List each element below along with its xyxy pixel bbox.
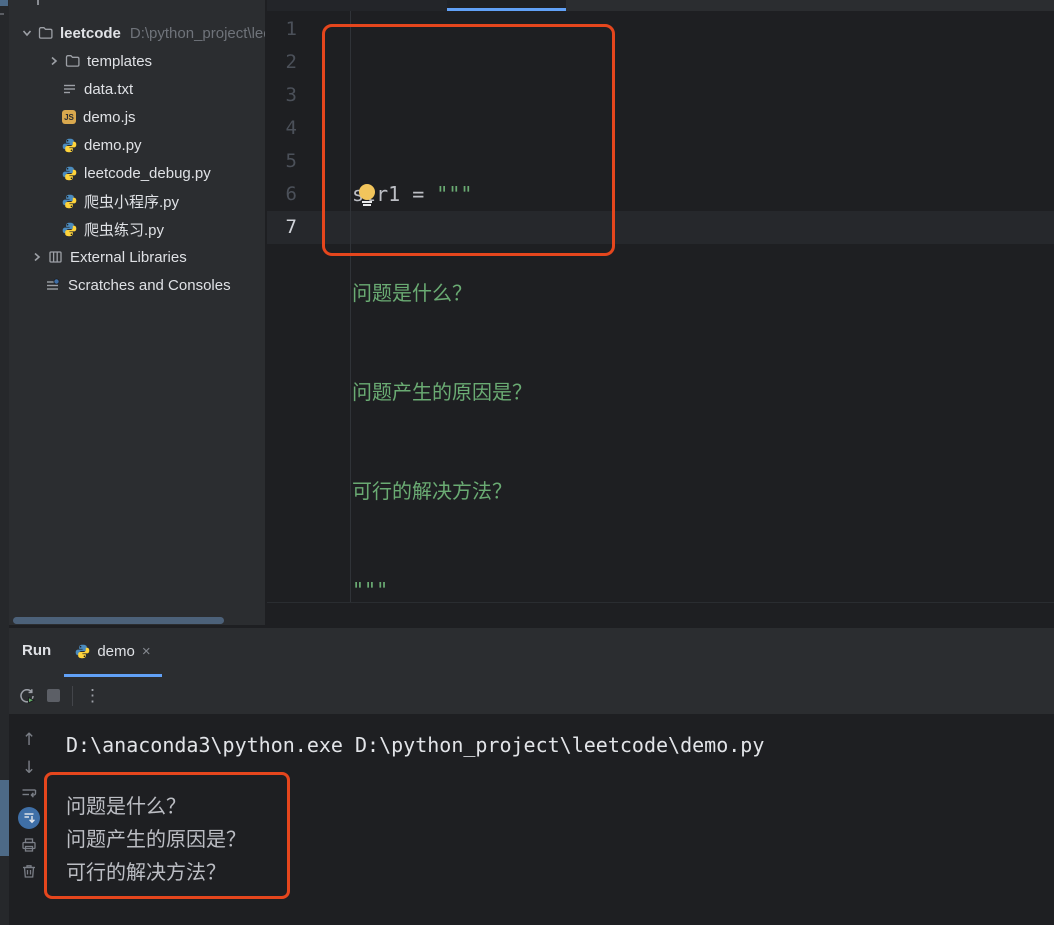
soft-wrap-icon[interactable] (21, 786, 37, 802)
tree-item-label: demo.js (83, 108, 136, 126)
tree-item-spider-practice-py[interactable]: 爬虫练习.py (9, 215, 265, 243)
console-command-line: D:\anaconda3\python.exe D:\python_projec… (66, 733, 765, 757)
line-number: 5 (285, 150, 297, 172)
tool-window-stripe (0, 0, 9, 925)
panel-header-fragment (37, 0, 39, 5)
line-number: 4 (285, 117, 297, 139)
python-file-icon (75, 644, 90, 659)
tree-item-label: 爬虫练习.py (84, 221, 165, 239)
tree-item-demo-py[interactable]: demo.py (9, 131, 265, 159)
chevron-right-icon[interactable] (30, 250, 44, 264)
tree-item-label: templates (87, 52, 153, 70)
tree-item-label: demo.py (84, 136, 142, 154)
editor-tab-active[interactable] (447, 0, 566, 11)
console-output-line: 问题产生的原因是？ (66, 827, 246, 851)
chevron-down-icon[interactable] (20, 26, 34, 40)
code-line-2: str1 = """ (352, 178, 532, 211)
stripe-dash-fragment (0, 13, 4, 15)
intention-lightbulb-icon[interactable] (358, 184, 376, 206)
scroll-to-end-button[interactable] (18, 807, 40, 829)
tree-item-templates[interactable]: templates (9, 47, 265, 75)
editor-tab-bar (267, 0, 1054, 11)
tree-item-demo-js[interactable]: JS demo.js (9, 103, 265, 131)
stop-button[interactable] (47, 689, 60, 702)
code-line-4: 问题产生的原因是？ (352, 380, 532, 404)
python-file-icon (62, 222, 77, 237)
tree-item-scratches-consoles[interactable]: Scratches and Consoles (9, 271, 265, 299)
down-stacktrace-icon[interactable]: ↓ (21, 758, 37, 778)
ide-window: leetcode D:\python_project\leet template… (0, 0, 1054, 925)
console-output-line: 问题是什么？ (66, 794, 186, 818)
folder-icon (38, 26, 53, 40)
stripe-icon-fragment (0, 0, 8, 6)
close-icon[interactable]: × (142, 643, 151, 660)
project-tree: leetcode D:\python_project\leet template… (9, 19, 265, 299)
run-tab-label: demo (97, 642, 135, 660)
text-file-icon (62, 82, 77, 96)
javascript-file-icon: JS (62, 110, 76, 124)
line-number: 6 (285, 183, 297, 205)
line-number: 3 (285, 84, 297, 106)
console-toolbar: ↑ ↓ (9, 714, 58, 925)
code-string: """ (436, 182, 473, 206)
tree-item-label: leetcode (60, 24, 121, 42)
up-stacktrace-icon[interactable]: ↑ (21, 730, 37, 750)
console-output: 问题是什么？ 问题产生的原因是？ 可行的解决方法？ (66, 790, 246, 889)
code-line-6: """ (352, 578, 389, 602)
gutter-separator (350, 11, 351, 603)
line-number-current: 7 (285, 216, 297, 238)
line-number: 1 (285, 18, 297, 40)
print-icon[interactable] (21, 837, 37, 853)
project-horizontal-scrollbar[interactable] (13, 617, 224, 624)
tree-item-data-txt[interactable]: data.txt (9, 75, 265, 103)
tree-item-label: data.txt (84, 80, 134, 98)
line-number: 2 (285, 51, 297, 73)
run-title: Run (22, 642, 52, 659)
run-header: Run demo × (9, 628, 1054, 677)
active-tool-window-indicator[interactable] (0, 780, 9, 856)
code-line-3: 问题是什么？ (352, 281, 472, 305)
tree-item-root-leetcode[interactable]: leetcode D:\python_project\leet (9, 19, 265, 47)
run-tab-demo[interactable]: demo × (64, 628, 162, 677)
tree-item-label: leetcode_debug.py (84, 164, 211, 182)
folder-icon (65, 54, 80, 68)
run-tool-window: Run demo × ⋮ ↑ ↓ D:\anaconda3\python.exe… (9, 628, 1054, 925)
project-path: D:\python_project\leet (129, 24, 265, 42)
code-line-5: 可行的解决方法？ (352, 479, 512, 503)
tree-item-leetcode-debug-py[interactable]: leetcode_debug.py (9, 159, 265, 187)
rerun-button[interactable] (18, 687, 36, 705)
run-console[interactable]: ↑ ↓ D:\anaconda3\python.exe D:\python_pr… (9, 714, 1054, 925)
console-output-line: 可行的解决方法？ (66, 860, 226, 884)
python-file-icon (62, 194, 77, 209)
chevron-right-icon[interactable] (47, 54, 61, 68)
python-file-icon (62, 166, 77, 181)
line-number-gutter[interactable]: 1 2 3 4 5 6 7 (267, 13, 297, 244)
tree-item-label: 爬虫小程序.py (84, 193, 180, 211)
editor-tab-inactive[interactable] (267, 0, 447, 11)
scratches-icon (45, 278, 61, 293)
toolbar-separator (72, 685, 73, 706)
project-panel: leetcode D:\python_project\leet template… (9, 0, 265, 625)
clear-console-trash-icon[interactable] (21, 863, 37, 879)
python-file-icon (62, 138, 77, 153)
tree-item-label: External Libraries (70, 248, 187, 266)
editor-pane[interactable]: 1 2 3 4 5 6 7 str1 = """ 问题是什么？ 问题产生的原因是… (267, 0, 1054, 701)
libraries-icon (48, 250, 63, 264)
tree-item-external-libraries[interactable]: External Libraries (9, 243, 265, 271)
tree-item-spider-app-py[interactable]: 爬虫小程序.py (9, 187, 265, 215)
kebab-menu-icon[interactable]: ⋮ (84, 686, 101, 706)
tree-item-label: Scratches and Consoles (68, 276, 231, 294)
run-toolbar: ⋮ (9, 677, 1054, 714)
